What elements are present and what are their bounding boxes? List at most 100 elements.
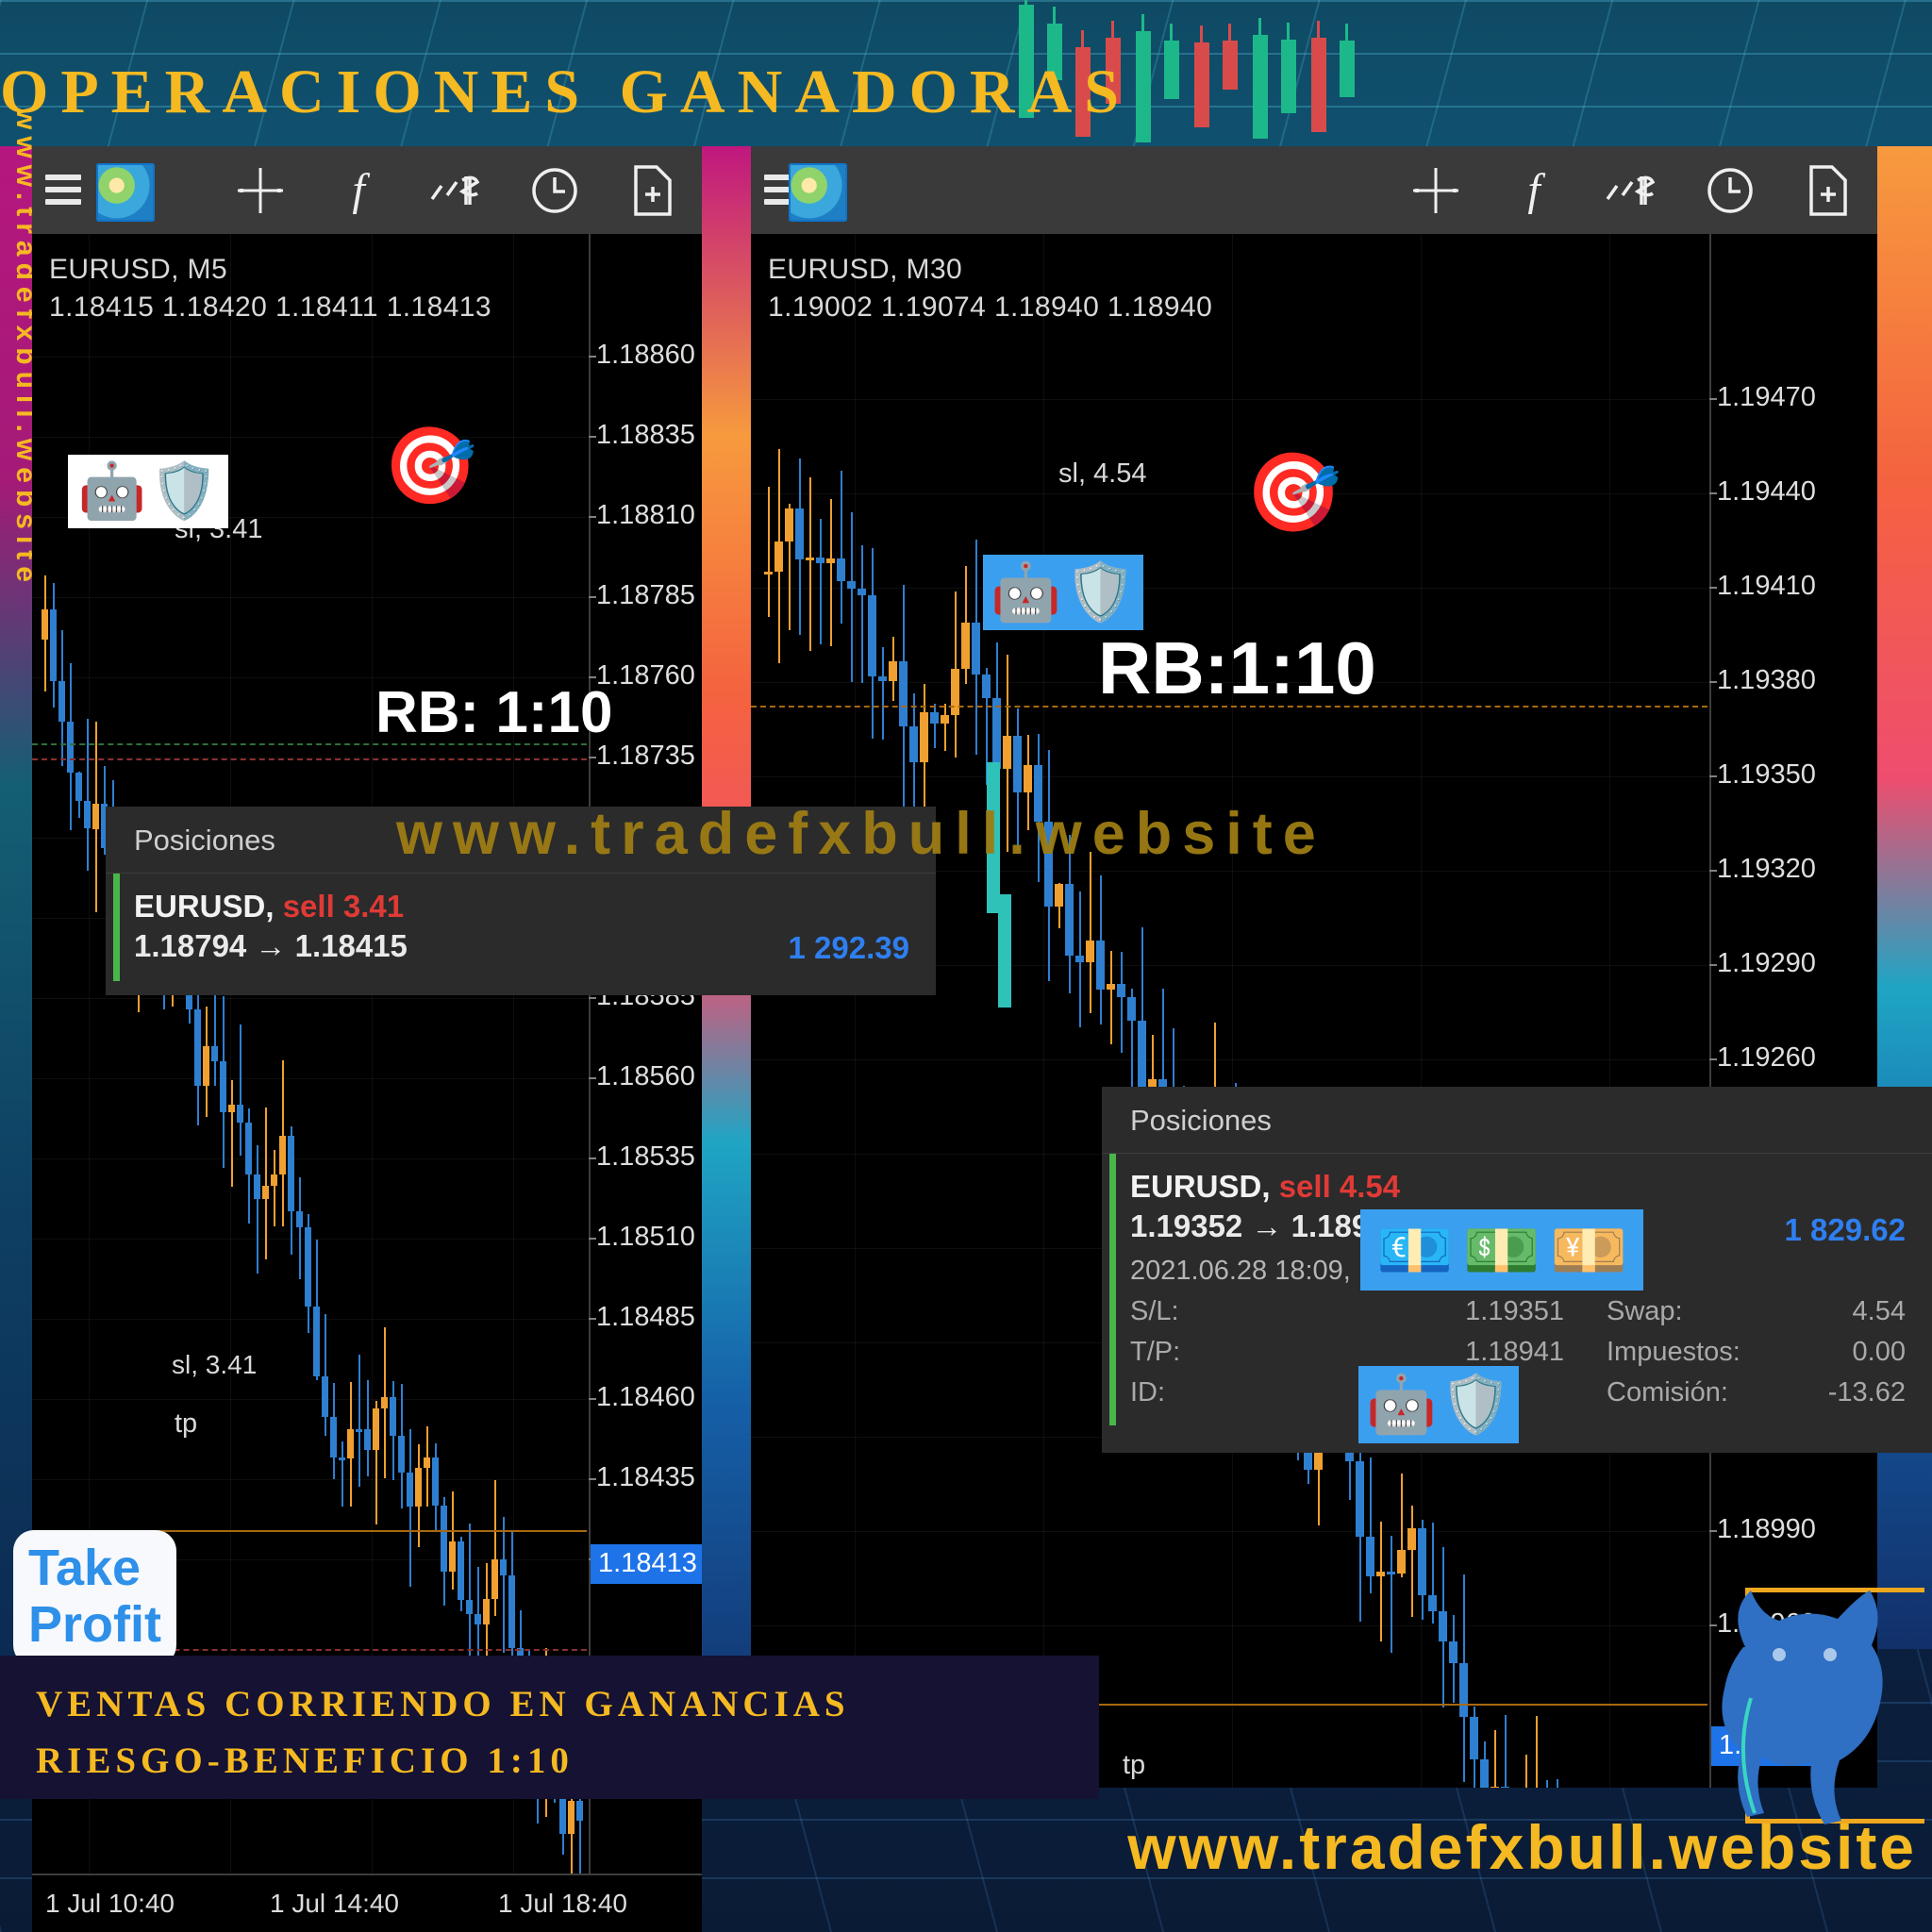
grid-line xyxy=(32,1479,587,1480)
grid-line xyxy=(751,588,1707,589)
take-profit-sticker: Take Profit xyxy=(13,1530,176,1666)
candlestick xyxy=(826,499,835,646)
yen-banknote-icon: 💴 xyxy=(1550,1215,1628,1285)
candlestick xyxy=(1428,1523,1437,1624)
menu-icon[interactable] xyxy=(45,175,81,206)
candlestick xyxy=(909,693,918,853)
clock-icon[interactable] xyxy=(506,146,604,234)
position-symbol-left: EURUSD, sell 3.41 xyxy=(134,889,405,924)
candlestick xyxy=(407,1429,413,1588)
caption-line-1: VENTAS CORRIENDO EN GANANCIAS xyxy=(36,1684,850,1724)
candlestick xyxy=(816,519,824,644)
chart-header-right: EURUSD, M30 1.19002 1.19074 1.18940 1.18… xyxy=(751,234,1212,326)
grid-line xyxy=(32,998,587,999)
candlestick xyxy=(1356,1375,1364,1622)
detail-key: Impuestos: xyxy=(1607,1337,1740,1367)
candlestick xyxy=(1376,1522,1385,1642)
candlestick xyxy=(1439,1546,1447,1707)
price-tick: 1.19470 xyxy=(1709,382,1816,412)
candlestick xyxy=(1024,735,1032,830)
detail-value: 0.00 xyxy=(1852,1337,1906,1367)
grid-line xyxy=(751,682,1707,683)
decorative-candle xyxy=(1223,24,1238,90)
bull-logo-icon xyxy=(1722,1591,1883,1824)
position-detail-row: T/P: 1.18941 Impuestos: 0.00 xyxy=(1130,1337,1932,1368)
candlestick xyxy=(424,1426,430,1507)
candlestick xyxy=(982,667,991,786)
candlestick xyxy=(1397,1473,1406,1577)
grid-line xyxy=(32,1319,587,1320)
candlestick xyxy=(220,995,226,1168)
bot-shield-sticker-right: 🤖 🛡️ xyxy=(983,555,1143,630)
price-tick: 1.18560 xyxy=(589,1061,695,1091)
candlestick xyxy=(288,1125,294,1256)
detail-key: T/P: xyxy=(1130,1337,1181,1367)
target-icon: 🎯 xyxy=(1244,450,1342,536)
decorative-candle xyxy=(1253,18,1268,139)
candlestick xyxy=(576,1742,583,1879)
candlestick xyxy=(432,1443,439,1531)
grid-line xyxy=(32,597,587,598)
chart-ohlc-left: 1.18415 1.18420 1.18411 1.18413 xyxy=(49,291,491,323)
candlestick xyxy=(305,1214,311,1334)
candlestick xyxy=(415,1443,422,1548)
grid-line xyxy=(1232,234,1233,1788)
add-chart-icon[interactable] xyxy=(1779,146,1877,234)
crosshair-icon[interactable] xyxy=(211,146,309,234)
detail-value: 1.18941 xyxy=(1465,1337,1564,1367)
euro-banknote-icon: 💶 xyxy=(1375,1215,1454,1285)
page-title: OPERACIONES GANADORAS xyxy=(0,58,1131,126)
indicators-icon[interactable] xyxy=(408,146,506,234)
candlestick xyxy=(194,937,201,1126)
candlestick xyxy=(322,1314,328,1436)
candlestick xyxy=(271,1149,277,1226)
candlestick xyxy=(1459,1574,1468,1782)
candlestick xyxy=(774,448,783,663)
position-row-left[interactable]: EURUSD, sell 3.41 1.18794 → 1.18415 1 29… xyxy=(106,874,936,981)
decorative-candle xyxy=(1136,14,1151,142)
clock-icon[interactable] xyxy=(1681,146,1779,234)
grid-line xyxy=(32,677,587,678)
candlestick xyxy=(1075,891,1084,1027)
candlestick xyxy=(998,894,1011,1008)
candlestick xyxy=(373,1401,379,1525)
candlestick xyxy=(868,547,876,739)
candlestick xyxy=(491,1479,498,1617)
candlestick xyxy=(84,719,91,872)
candlestick xyxy=(458,1537,464,1611)
positions-title-right: Posiciones xyxy=(1102,1087,1932,1154)
current-price-badge: 1.18413 xyxy=(591,1544,702,1584)
candlestick xyxy=(441,1496,447,1607)
metatrader-logo-icon[interactable] xyxy=(96,163,155,222)
price-tick: 1.19350 xyxy=(1709,759,1816,790)
candlestick xyxy=(1096,875,1105,1025)
candlestick xyxy=(951,591,959,758)
watermark-url: www.tradefxbull.website xyxy=(396,801,1326,867)
candlestick xyxy=(67,662,74,831)
indicators-icon[interactable] xyxy=(1583,146,1681,234)
candlestick xyxy=(889,636,897,701)
robot-icon: 🤖 xyxy=(991,560,1061,624)
add-chart-icon[interactable] xyxy=(604,146,702,234)
target-sticker-right: 🎯 xyxy=(1245,453,1341,534)
position-detail-row: ID: Comisión: -13.62 xyxy=(1130,1377,1932,1408)
candlestick xyxy=(75,771,82,819)
function-icon[interactable]: f xyxy=(309,146,408,234)
metatrader-logo-icon[interactable] xyxy=(789,163,847,222)
time-tick: 1 Jul 14:40 xyxy=(270,1889,399,1918)
chart-header-left: EURUSD, M5 1.18415 1.18420 1.18411 1.184… xyxy=(32,234,491,326)
toolbar-left: f xyxy=(32,146,702,234)
grid-line xyxy=(751,1625,1707,1626)
candlestick xyxy=(961,565,970,685)
time-tick: 1 Jul 10:40 xyxy=(45,1889,175,1918)
crosshair-icon[interactable] xyxy=(1387,146,1485,234)
tp-label-left: tp xyxy=(175,1408,198,1439)
bot-shield-sticker-left: 🤖 🛡️ xyxy=(68,455,228,528)
candlestick xyxy=(228,1080,235,1188)
caption-line-2: RIESGO-BENEFICIO 1:10 xyxy=(36,1740,574,1781)
detail-value: -13.62 xyxy=(1827,1377,1906,1407)
function-icon[interactable]: f xyxy=(1485,146,1583,234)
price-tick: 1.19320 xyxy=(1709,854,1816,884)
candlestick xyxy=(1501,1715,1509,1788)
decorative-candle xyxy=(1194,25,1209,127)
